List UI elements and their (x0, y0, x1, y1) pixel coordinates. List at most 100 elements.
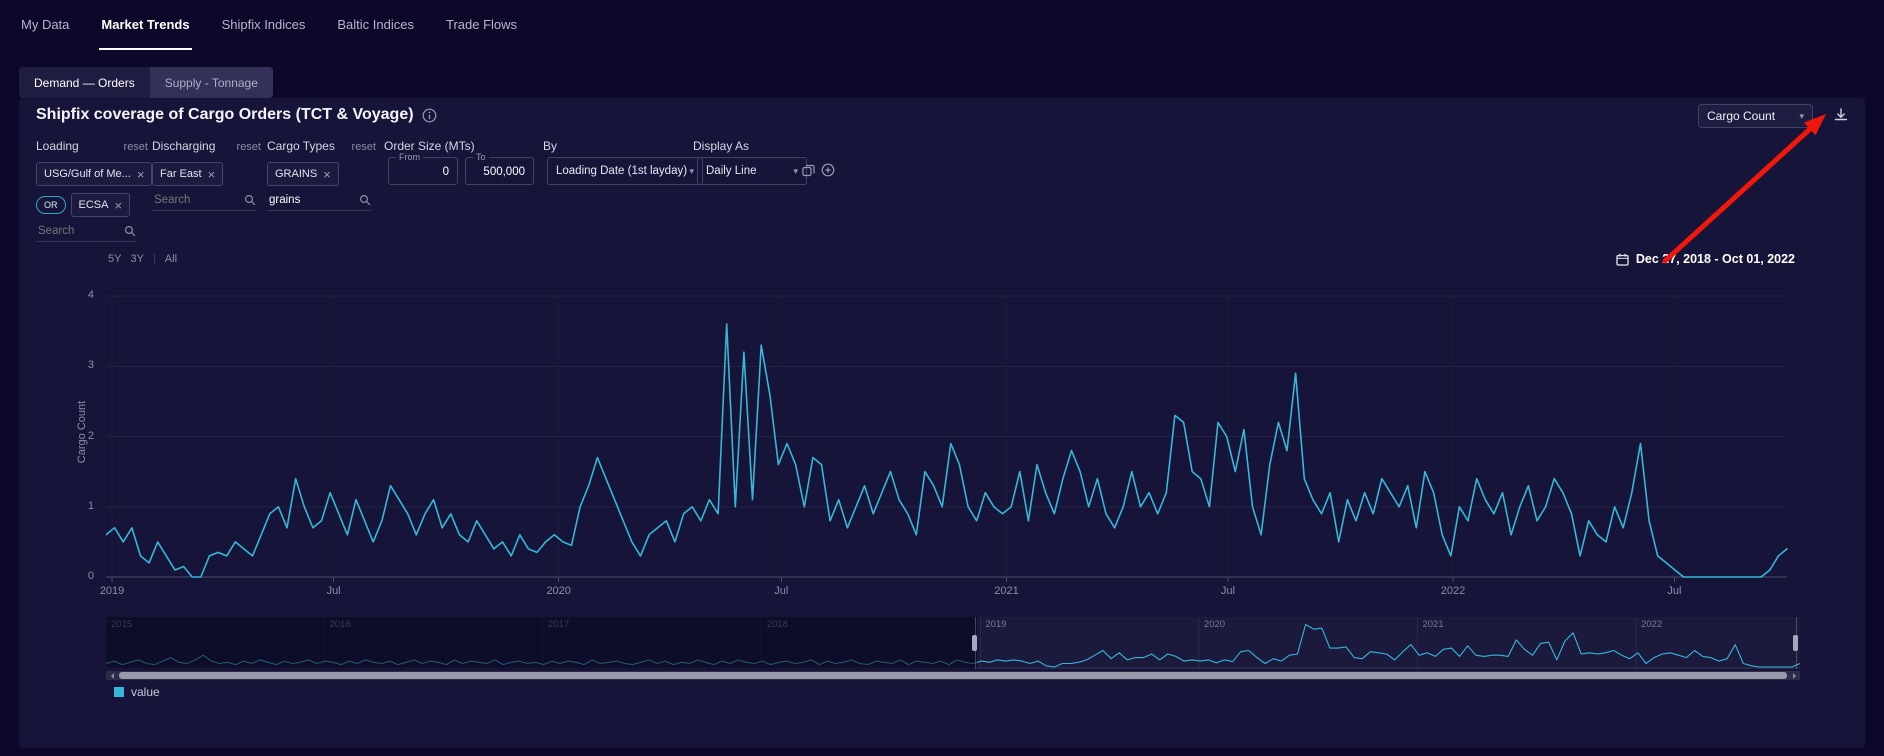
range-button-3y[interactable]: 3Y (130, 253, 143, 265)
order-size-from-box: From (388, 157, 458, 185)
y-tick-label: 0 (88, 570, 94, 582)
duplicate-chart-button[interactable] (800, 162, 816, 178)
chevron-down-icon: ▾ (1799, 112, 1804, 121)
scrollbar-thumb[interactable] (119, 672, 1787, 679)
display-as-dropdown[interactable]: Daily Line ▾ (697, 157, 807, 185)
cargo-tag-grains-label: GRAINS (275, 168, 317, 180)
date-range-picker[interactable]: Dec 27, 2018 - Oct 01, 2022 (1616, 252, 1795, 266)
display-as-dropdown-value: Daily Line (706, 165, 757, 177)
top-nav: My Data Market Trends Shipfix Indices Ba… (19, 0, 519, 50)
close-icon[interactable]: × (208, 167, 216, 182)
scrollbar-track[interactable] (117, 671, 1789, 680)
nav-item-market-trends[interactable]: Market Trends (99, 0, 191, 50)
range-selector: 5Y 3Y | All (108, 253, 177, 265)
scroll-right-button[interactable] (1789, 671, 1800, 680)
discharging-reset-link[interactable]: reset (237, 141, 261, 153)
metric-dropdown[interactable]: Cargo Count ▾ (1698, 104, 1813, 128)
search-icon[interactable] (124, 225, 136, 237)
cargo-types-label: Cargo Types (267, 139, 335, 153)
filter-cargo-types: Cargo Types reset GRAINS × (267, 139, 376, 211)
navigator-left-handle[interactable] (972, 635, 977, 651)
add-circle-icon (821, 163, 835, 177)
horizontal-scrollbar (106, 671, 1800, 680)
y-tick-label: 4 (88, 289, 94, 301)
chart-panel: Shipfix coverage of Cargo Orders (TCT & … (19, 98, 1865, 748)
main-chart-svg (106, 288, 1793, 588)
close-icon[interactable]: × (137, 167, 145, 182)
close-icon[interactable]: × (114, 198, 122, 213)
panel-title-row: Shipfix coverage of Cargo Orders (TCT & … (36, 106, 437, 124)
by-dropdown[interactable]: Loading Date (1st layday) ▾ (547, 157, 703, 185)
display-as-label: Display As (693, 139, 749, 153)
x-tick-label: 2019 (90, 585, 134, 597)
main-chart[interactable] (106, 288, 1793, 588)
by-dropdown-value: Loading Date (1st layday) (556, 165, 687, 177)
sub-tabs: Demand — Orders Supply - Tonnage (19, 67, 273, 98)
search-icon[interactable] (244, 194, 256, 206)
range-divider: | (153, 253, 156, 265)
loading-tag-ecsa[interactable]: ECSA × (71, 193, 131, 217)
navigator-right-handle[interactable] (1793, 635, 1798, 651)
loading-tag-usg-label: USG/Gulf of Me... (44, 168, 131, 180)
loading-label: Loading (36, 139, 79, 153)
y-axis-tick-labels: 01234 (72, 288, 100, 588)
scroll-left-button[interactable] (106, 671, 117, 680)
metric-dropdown-value: Cargo Count (1707, 109, 1775, 123)
x-tick-label: Jul (312, 585, 356, 597)
y-tick-label: 1 (88, 500, 94, 512)
chevron-down-icon: ▾ (793, 167, 798, 176)
x-tick-label: Jul (759, 585, 803, 597)
tab-supply-tonnage[interactable]: Supply - Tonnage (150, 67, 273, 98)
nav-item-my-data[interactable]: My Data (19, 0, 71, 50)
app-root: { "colors": {"line": "#36b7d9", "arrow":… (0, 0, 1884, 756)
order-size-from-input[interactable] (395, 158, 451, 186)
info-icon[interactable] (422, 108, 437, 123)
navigator-svg (106, 617, 1800, 669)
filter-loading: Loading reset USG/Gulf of Me... × OR ECS… (36, 139, 148, 242)
x-tick-label: Jul (1206, 585, 1250, 597)
download-icon (1833, 107, 1849, 123)
legend-item-value[interactable]: value (114, 685, 160, 699)
cargo-tag-grains[interactable]: GRAINS × (267, 162, 339, 186)
nav-item-trade-flows[interactable]: Trade Flows (444, 0, 519, 50)
discharging-search-input[interactable] (152, 193, 234, 207)
loading-tag-usg[interactable]: USG/Gulf of Me... × (36, 162, 152, 186)
discharging-label: Discharging (152, 139, 215, 153)
close-icon[interactable]: × (323, 167, 331, 182)
page-title: Shipfix coverage of Cargo Orders (TCT & … (36, 106, 414, 124)
cargo-types-reset-link[interactable]: reset (352, 141, 376, 153)
x-tick-label: Jul (1652, 585, 1696, 597)
arrow-right-icon (1793, 673, 1799, 679)
x-tick-label: 2020 (537, 585, 581, 597)
date-range-text: Dec 27, 2018 - Oct 01, 2022 (1636, 252, 1795, 266)
range-button-all[interactable]: All (165, 253, 177, 265)
navigator-chart[interactable] (106, 617, 1800, 669)
filter-discharging: Discharging reset Far East × (152, 139, 261, 211)
search-icon[interactable] (359, 194, 371, 206)
cargo-types-search-input[interactable] (267, 193, 349, 207)
tab-demand-orders[interactable]: Demand — Orders (19, 67, 150, 98)
nav-item-baltic-indices[interactable]: Baltic Indices (335, 0, 416, 50)
arrow-left-icon (108, 673, 114, 679)
discharging-tag-far-east[interactable]: Far East × (152, 162, 223, 186)
x-tick-label: 2021 (985, 585, 1029, 597)
or-operator-pill[interactable]: OR (36, 196, 66, 214)
order-size-label: Order Size (MTs) (384, 139, 475, 153)
y-tick-label: 2 (88, 430, 94, 442)
calendar-icon (1616, 253, 1629, 266)
range-button-5y[interactable]: 5Y (108, 253, 121, 265)
add-chart-button[interactable] (820, 162, 836, 178)
download-button[interactable] (1831, 105, 1851, 125)
by-label: By (543, 139, 557, 153)
discharging-tag-far-east-label: Far East (160, 168, 202, 180)
order-size-to-input[interactable] (471, 158, 527, 186)
legend-swatch (114, 687, 124, 697)
loading-search-input[interactable] (36, 224, 118, 238)
x-axis-tick-labels: 2019Jul2020Jul2021Jul2022Jul (106, 585, 1793, 599)
order-size-to-box: To (465, 157, 534, 185)
nav-item-shipfix-indices[interactable]: Shipfix Indices (220, 0, 308, 50)
chevron-down-icon: ▾ (689, 167, 694, 176)
legend-label: value (131, 685, 160, 699)
loading-reset-link[interactable]: reset (124, 141, 148, 153)
copy-icon (802, 164, 815, 177)
